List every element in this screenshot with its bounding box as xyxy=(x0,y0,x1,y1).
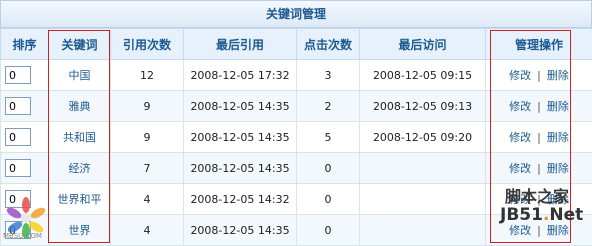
clicks-cell: 2 xyxy=(297,91,360,122)
keyword-link[interactable]: 共和国 xyxy=(63,131,96,144)
order-cell xyxy=(1,91,49,122)
watermark-site-url: JB51.Net xyxy=(500,205,583,225)
last-visit-cell xyxy=(360,184,486,215)
keyword-link[interactable]: 世界和平 xyxy=(58,193,102,206)
delete-link[interactable]: 删除 xyxy=(547,100,569,113)
table-row: 共和国 9 2008-12-05 14:35 5 2008-12-05 09:2… xyxy=(1,122,592,153)
actions-cell: 修改 | 删除 xyxy=(486,153,592,184)
page-title: 关键词管理 xyxy=(0,0,592,28)
keyword-link[interactable]: 经济 xyxy=(69,162,91,175)
last-ref-cell: 2008-12-05 14:35 xyxy=(184,153,297,184)
action-separator: | xyxy=(537,100,541,113)
action-separator: | xyxy=(537,162,541,175)
delete-link[interactable]: 删除 xyxy=(547,131,569,144)
keyword-link[interactable]: 雅典 xyxy=(69,100,91,113)
action-separator: | xyxy=(537,69,541,82)
actions-cell: 修改 | 删除 xyxy=(486,60,592,91)
order-input[interactable] xyxy=(5,159,31,177)
header-keyword: 关键词 xyxy=(49,29,111,60)
order-cell xyxy=(1,153,49,184)
ref-count-cell: 4 xyxy=(111,184,184,215)
table-row: 中国 12 2008-12-05 17:32 3 2008-12-05 09:1… xyxy=(1,60,592,91)
edit-link[interactable]: 修改 xyxy=(509,131,531,144)
header-last-visit: 最后访问 xyxy=(360,29,486,60)
delete-link[interactable]: 删除 xyxy=(547,162,569,175)
action-separator: | xyxy=(537,224,541,237)
last-ref-cell: 2008-12-05 17:32 xyxy=(184,60,297,91)
watermark-site-name: 脚本之家 xyxy=(505,183,569,207)
last-visit-cell xyxy=(360,153,486,184)
order-input[interactable] xyxy=(5,66,31,84)
last-visit-cell: 2008-12-05 09:13 xyxy=(360,91,486,122)
clicks-cell: 5 xyxy=(297,122,360,153)
table-row: 经济 7 2008-12-05 14:35 0 修改 | 删除 xyxy=(1,153,592,184)
watermark-site-a: JB51 xyxy=(500,205,543,225)
keyword-cell: 经济 xyxy=(49,153,111,184)
edit-link[interactable]: 修改 xyxy=(509,162,531,175)
edit-link[interactable]: 修改 xyxy=(509,100,531,113)
clicks-cell: 0 xyxy=(297,215,360,246)
watermark-site-b: Net xyxy=(549,205,583,225)
ref-count-cell: 4 xyxy=(111,215,184,246)
action-separator: | xyxy=(537,131,541,144)
header-actions: 管理操作 xyxy=(486,29,592,60)
actions-cell: 修改 | 删除 xyxy=(486,122,592,153)
last-visit-cell: 2008-12-05 09:20 xyxy=(360,122,486,153)
table-header-row: 排序 关键词 引用次数 最后引用 点击次数 最后访问 管理操作 xyxy=(1,29,592,60)
last-ref-cell: 2008-12-05 14:35 xyxy=(184,215,297,246)
last-visit-cell xyxy=(360,215,486,246)
ref-count-cell: 9 xyxy=(111,91,184,122)
clicks-cell: 0 xyxy=(297,184,360,215)
order-input[interactable] xyxy=(5,97,31,115)
watermark-small-text: MBSU.COM xyxy=(3,232,42,240)
header-last-ref: 最后引用 xyxy=(184,29,297,60)
order-cell xyxy=(1,122,49,153)
header-ref-count: 引用次数 xyxy=(111,29,184,60)
keyword-cell: 中国 xyxy=(49,60,111,91)
delete-link[interactable]: 删除 xyxy=(547,224,569,237)
ref-count-cell: 9 xyxy=(111,122,184,153)
last-visit-cell: 2008-12-05 09:15 xyxy=(360,60,486,91)
keyword-cell: 世界 xyxy=(49,215,111,246)
order-cell xyxy=(1,60,49,91)
last-ref-cell: 2008-12-05 14:35 xyxy=(184,122,297,153)
header-order: 排序 xyxy=(1,29,49,60)
ref-count-cell: 7 xyxy=(111,153,184,184)
clicks-cell: 3 xyxy=(297,60,360,91)
edit-link[interactable]: 修改 xyxy=(509,69,531,82)
clicks-cell: 0 xyxy=(297,153,360,184)
last-ref-cell: 2008-12-05 14:35 xyxy=(184,91,297,122)
last-ref-cell: 2008-12-05 14:32 xyxy=(184,184,297,215)
keyword-cell: 雅典 xyxy=(49,91,111,122)
delete-link[interactable]: 删除 xyxy=(547,69,569,82)
keyword-link[interactable]: 世界 xyxy=(69,224,91,237)
actions-cell: 修改 | 删除 xyxy=(486,91,592,122)
ref-count-cell: 12 xyxy=(111,60,184,91)
edit-link[interactable]: 修改 xyxy=(509,224,531,237)
header-clicks: 点击次数 xyxy=(297,29,360,60)
keyword-link[interactable]: 中国 xyxy=(69,69,91,82)
keyword-cell: 共和国 xyxy=(49,122,111,153)
table-row: 雅典 9 2008-12-05 14:35 2 2008-12-05 09:13… xyxy=(1,91,592,122)
keyword-cell: 世界和平 xyxy=(49,184,111,215)
order-input[interactable] xyxy=(5,128,31,146)
